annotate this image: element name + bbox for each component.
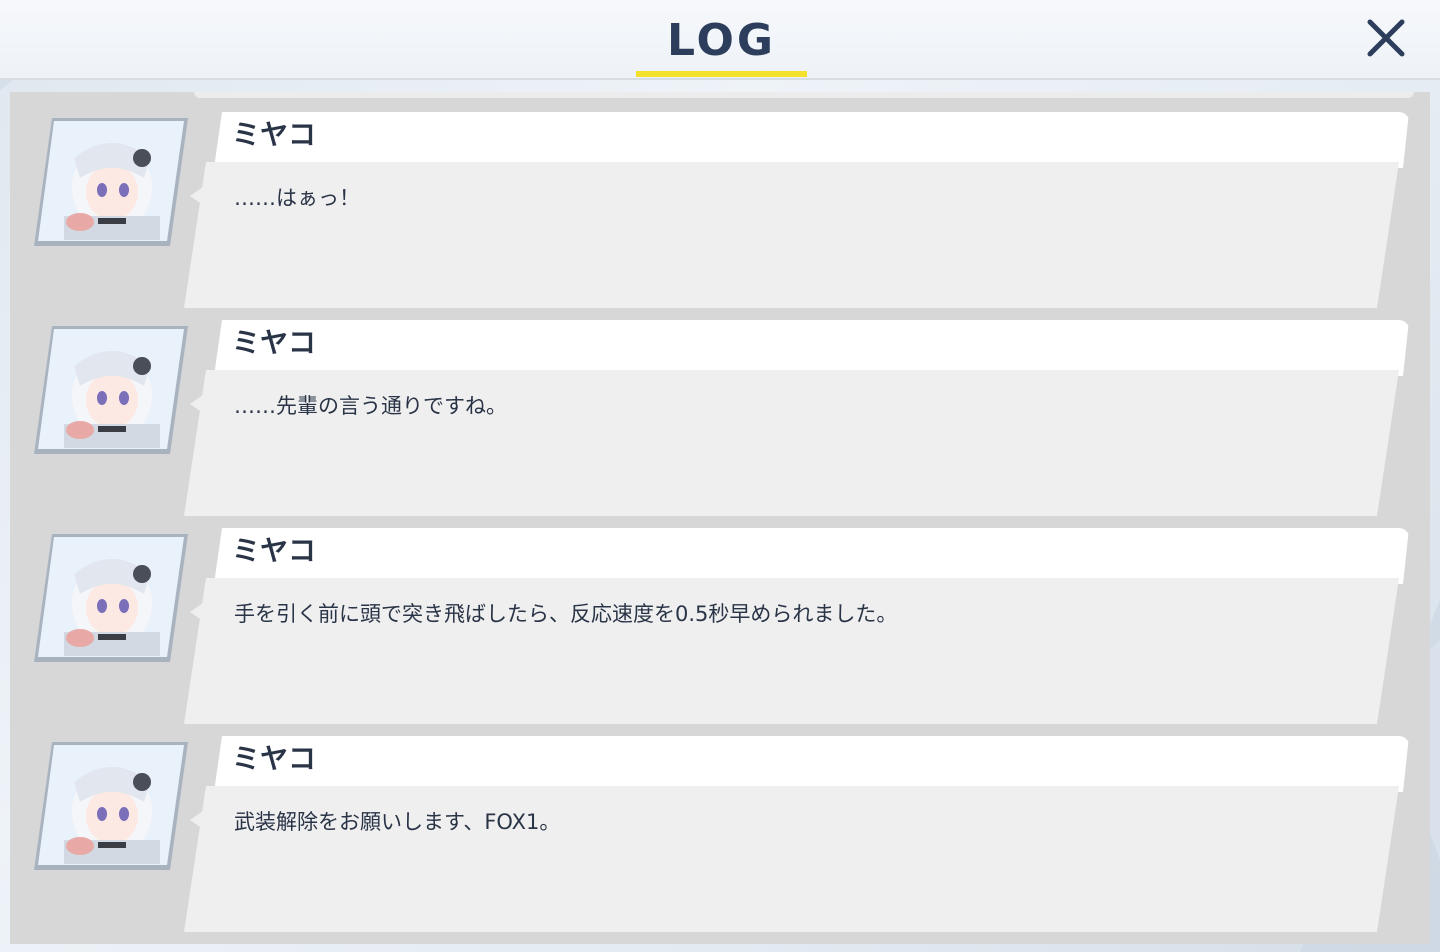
character-portrait[interactable] bbox=[34, 742, 188, 870]
speaker-name: ミヤコ bbox=[232, 118, 317, 151]
log-entry: ミヤコ ……先輩の言う通りですね。 bbox=[10, 300, 1430, 500]
log-entry: ミヤコ 手を引く前に頭で突き飛ばしたら、反応速度を0.5秒早められました。 bbox=[10, 508, 1430, 708]
character-portrait[interactable] bbox=[34, 326, 188, 454]
message-text: ……先輩の言う通りですね。 bbox=[234, 394, 507, 418]
message-box bbox=[184, 162, 1399, 308]
close-icon bbox=[1367, 19, 1405, 57]
speaker-name-box bbox=[214, 320, 1409, 376]
speaker-name: ミヤコ bbox=[232, 534, 317, 567]
speaker-name: ミヤコ bbox=[232, 742, 317, 775]
log-entry: ミヤコ 武装解除をお願いします、FOX1。 bbox=[10, 716, 1430, 916]
close-button[interactable] bbox=[1362, 14, 1410, 62]
message-text: 武装解除をお願いします、FOX1。 bbox=[234, 810, 561, 834]
log-list[interactable]: ミヤコ ……はぁっ！ ミヤコ ……先輩の言う通りですね。 ミヤコ 手を引く前に頭… bbox=[10, 92, 1430, 944]
speaker-name-box bbox=[214, 736, 1409, 792]
log-entry: ミヤコ ……はぁっ！ bbox=[10, 92, 1430, 292]
speaker-name-box bbox=[214, 112, 1409, 168]
speaker-name: ミヤコ bbox=[232, 326, 317, 359]
message-text: ……はぁっ！ bbox=[234, 186, 360, 210]
message-text: 手を引く前に頭で突き飛ばしたら、反応速度を0.5秒早められました。 bbox=[234, 602, 898, 626]
speaker-name-box bbox=[214, 528, 1409, 584]
character-portrait[interactable] bbox=[34, 118, 188, 246]
character-portrait[interactable] bbox=[34, 534, 188, 662]
log-title: LOG bbox=[667, 15, 776, 66]
title-underline bbox=[636, 71, 807, 77]
log-header: LOG bbox=[0, 0, 1440, 80]
